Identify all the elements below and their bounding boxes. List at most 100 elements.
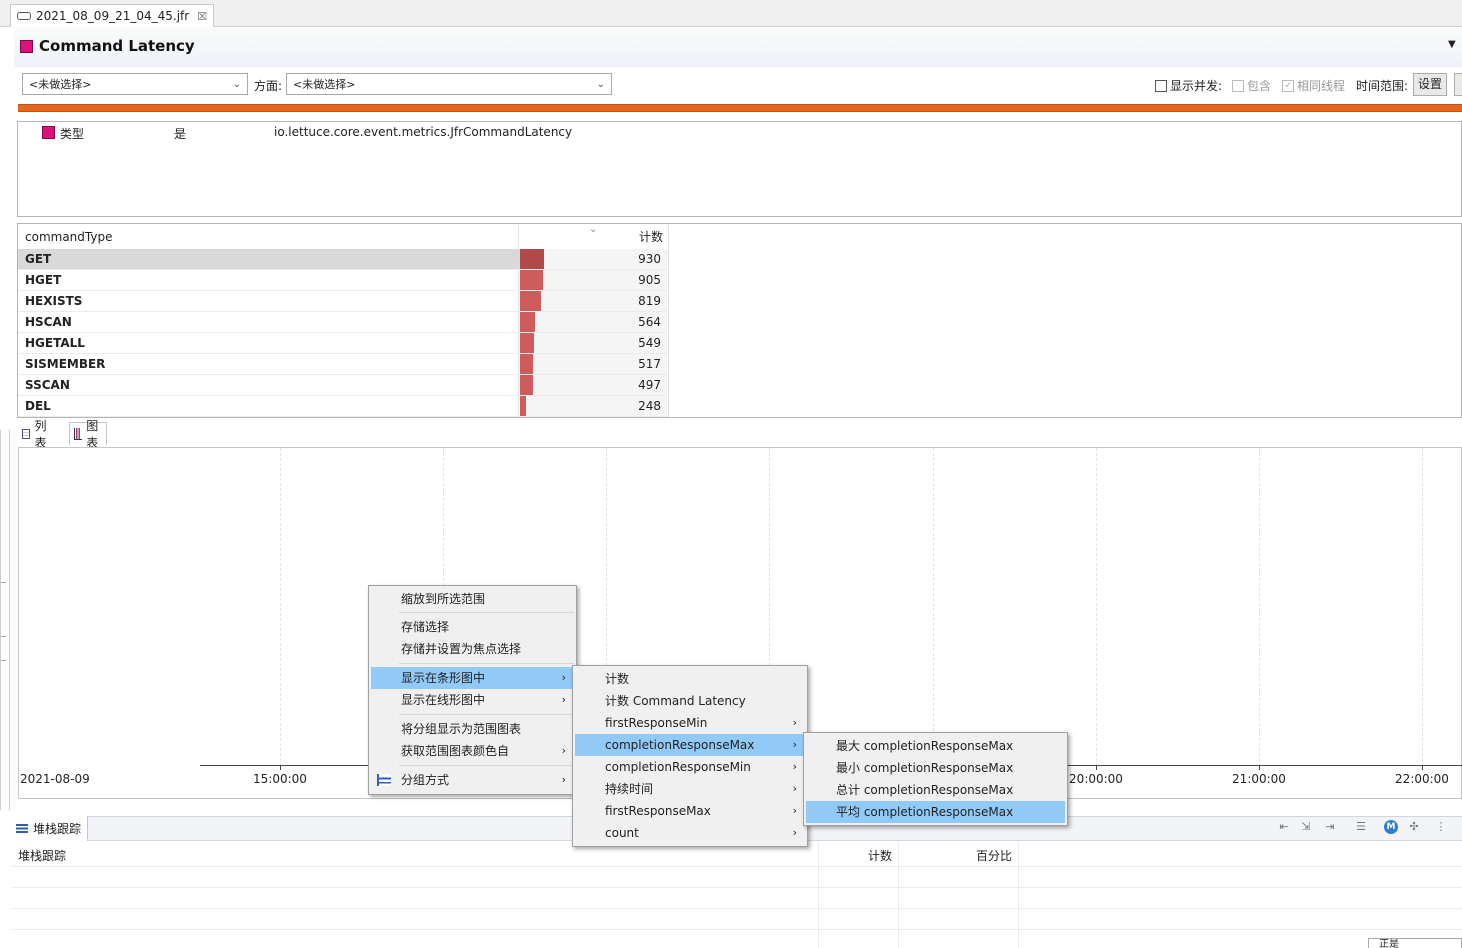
editor-tab-strip <box>0 0 1462 27</box>
table-row[interactable]: HSCAN 564 <box>18 312 668 333</box>
submenu-item-total[interactable]: 总计 completionResponseMax <box>806 779 1065 801</box>
row-line <box>12 866 1462 867</box>
stack-trace-table <box>12 842 1462 948</box>
column-header-percent[interactable]: 百分比 <box>976 847 1012 864</box>
submenu-item-max[interactable]: 最大 completionResponseMax <box>806 735 1065 757</box>
table-row[interactable]: DEL 248 <box>18 396 668 417</box>
submenu-item-count[interactable]: 计数 <box>575 668 805 690</box>
chart-context-menu: 缩放到所选范围 存储选择 存储并设置为焦点选择 显示在条形图中 › 显示在线形图中… <box>368 585 577 795</box>
settings-button[interactable]: 设置 <box>1413 73 1447 96</box>
submenu-item-completion-response-max[interactable]: completionResponseMax › <box>575 734 805 756</box>
menu-item-show-in-line-chart[interactable]: 显示在线形图中 › <box>371 689 574 711</box>
show-concurrent-checkbox[interactable]: 显示并发: <box>1155 77 1222 94</box>
overflow-button[interactable] <box>1454 73 1462 96</box>
submenu-arrow-icon: › <box>792 716 797 729</box>
submenu-arrow-icon: › <box>561 671 566 684</box>
tab-chart[interactable]: 图表 <box>69 419 108 450</box>
tree-view-icon[interactable]: ☰ <box>1354 820 1368 834</box>
timeline-range-bar[interactable] <box>18 104 1462 112</box>
menu-item-store-and-focus[interactable]: 存储并设置为焦点选择 <box>371 638 574 660</box>
column-divider <box>898 842 899 948</box>
x-tick <box>1096 765 1097 770</box>
menu-item-range-chart-color[interactable]: 获取范围图表颜色自 › <box>371 740 574 762</box>
menu-label: 持续时间 <box>605 782 654 796</box>
editor-tab-title: 2021_08_09_21_04_45.jfr <box>36 9 190 23</box>
column-header-count[interactable]: 计数 <box>639 225 663 249</box>
count-bar <box>520 270 544 291</box>
count-bar <box>520 375 533 396</box>
table-row[interactable]: HGET 905 <box>18 270 668 291</box>
submenu-item-average[interactable]: 平均 completionResponseMax <box>806 801 1065 823</box>
sort-chevron-icon: ⌄ <box>589 224 598 235</box>
command-type-cell: HEXISTS <box>25 294 83 308</box>
x-tick <box>1259 765 1260 770</box>
submenu-item-count-field[interactable]: count › <box>575 822 805 844</box>
submenu-item-duration[interactable]: 持续时间 › <box>575 778 805 800</box>
close-tab-icon[interactable]: ☒ <box>197 10 207 23</box>
submenu-item-first-response-min[interactable]: firstResponseMin › <box>575 712 805 734</box>
view-menu-chevron-icon[interactable]: ▼ <box>1448 39 1456 50</box>
menu-separator <box>399 765 574 766</box>
menu-label: 将分组显示为范围图表 <box>401 722 522 736</box>
column-header-count[interactable]: 计数 <box>868 847 892 864</box>
method-icon[interactable]: M <box>1384 820 1398 834</box>
previous-frame-icon[interactable]: ⇤ <box>1277 820 1291 834</box>
x-tick-label: 15:00:00 <box>253 772 307 786</box>
menu-label: 计数 <box>605 672 630 686</box>
submenu-item-completion-response-min[interactable]: completionResponseMin › <box>575 756 805 778</box>
tab-stack-trace[interactable]: 堆栈跟踪 <box>10 816 89 841</box>
tab-list[interactable]: 列表 <box>18 419 54 450</box>
table-row[interactable]: HEXISTS 819 <box>18 291 668 312</box>
command-type-cell: SISMEMBER <box>25 357 106 371</box>
expand-icon[interactable]: ⇲ <box>1299 820 1313 834</box>
bar-chart-icon <box>74 428 83 440</box>
same-thread-label: 相同线程 <box>1297 79 1346 93</box>
column-header-stack-trace[interactable]: 堆栈跟踪 <box>18 847 66 864</box>
checkbox-box <box>1155 79 1167 92</box>
menu-item-store-selection[interactable]: 存储选择 <box>371 616 574 638</box>
left-edge <box>0 430 1 810</box>
menu-label: 最大 completionResponseMax <box>836 739 1014 753</box>
menu-label: 平均 completionResponseMax <box>836 805 1014 819</box>
left-edge <box>9 430 10 810</box>
menu-label: 最小 completionResponseMax <box>836 761 1014 775</box>
column-header-command-type[interactable]: commandType <box>25 225 112 249</box>
filter-attribute[interactable]: 类型 <box>60 125 84 142</box>
aspect-select[interactable]: <未做选择> ⌄ <box>286 73 612 95</box>
submenu-arrow-icon: › <box>792 826 797 839</box>
aspect-label: 方面: <box>254 79 283 93</box>
table-row[interactable]: HGETALL 549 <box>18 333 668 354</box>
attribute-select[interactable]: <未做选择> ⌄ <box>22 73 248 95</box>
same-thread-checkbox[interactable]: ✓ 相同线程 <box>1282 77 1345 94</box>
table-row[interactable]: GET 930 <box>18 249 668 270</box>
time-range-label: 时间范围: <box>1356 79 1409 93</box>
menu-item-group-as-range-chart[interactable]: 将分组显示为范围图表 <box>371 718 574 740</box>
submenu-item-min[interactable]: 最小 completionResponseMax <box>806 757 1065 779</box>
menu-label: 缩放到所选范围 <box>401 592 486 606</box>
table-row[interactable]: SSCAN 497 <box>18 375 668 396</box>
command-type-cell: HSCAN <box>25 315 72 329</box>
contains-checkbox[interactable]: 包含 <box>1232 77 1271 94</box>
next-frame-icon[interactable]: ⇥ <box>1323 820 1337 834</box>
contains-label: 包含 <box>1247 79 1272 93</box>
menu-item-zoom-selection[interactable]: 缩放到所选范围 <box>371 588 574 610</box>
table-row[interactable]: SISMEMBER 517 <box>18 354 668 375</box>
submenu-item-first-response-max[interactable]: firstResponseMax › <box>575 800 805 822</box>
menu-item-show-in-bar-chart[interactable]: 显示在条形图中 › <box>371 667 574 689</box>
checkbox-box <box>1232 79 1244 92</box>
editor-tab-jfr-file[interactable]: 2021_08_09_21_04_45.jfr ☒ <box>10 4 215 27</box>
submenu-arrow-icon: › <box>792 738 797 751</box>
count-cell: 549 <box>638 336 661 350</box>
row-line <box>12 887 1462 888</box>
menu-item-group-by[interactable]: 分组方式 › <box>371 769 574 791</box>
group-icon[interactable]: ✣ <box>1407 820 1421 834</box>
submenu-arrow-icon: › <box>792 760 797 773</box>
more-options-icon[interactable]: ⋮ <box>1434 820 1448 834</box>
filter-value[interactable]: io.lettuce.core.event.metrics.JfrCommand… <box>274 125 572 139</box>
submenu-item-count-latency[interactable]: 计数 Command Latency <box>575 690 805 712</box>
count-cell: 819 <box>638 294 661 308</box>
column-divider <box>668 225 669 417</box>
count-cell: 564 <box>638 315 661 329</box>
grid-line <box>280 448 281 766</box>
filter-operator[interactable]: 是 <box>174 125 186 142</box>
